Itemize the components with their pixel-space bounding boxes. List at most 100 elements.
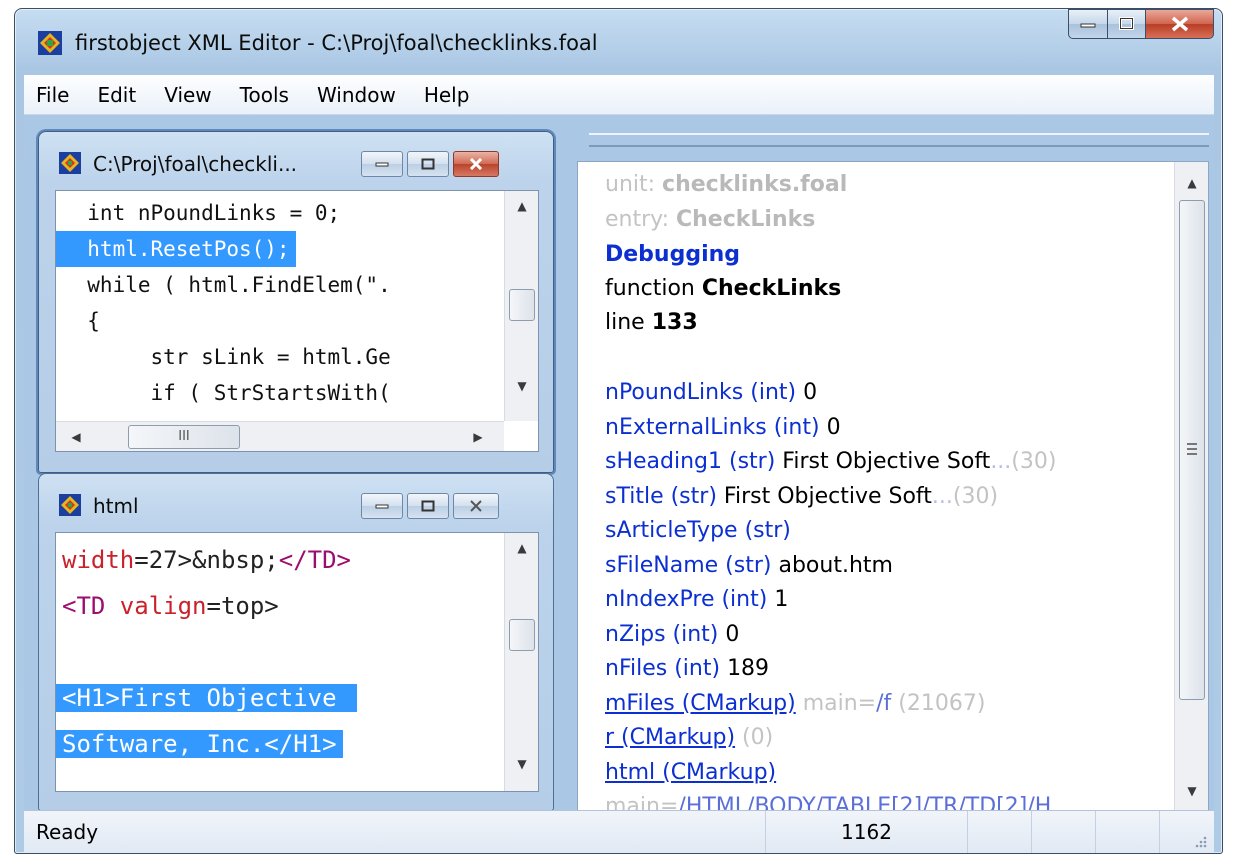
line-line: line 133 <box>605 310 698 335</box>
entry-line: entry: CheckLinks <box>605 207 815 232</box>
child-caption-buttons <box>361 151 499 177</box>
html-window: html width=27>&nbsp;</TD> <TD valign=top>… <box>38 473 554 811</box>
thumb-grip-icon <box>1187 443 1197 455</box>
code-line: <TD valign=top> <box>62 583 357 629</box>
debug-state: Debugging <box>605 242 741 267</box>
child-caption-buttons <box>361 493 499 519</box>
close-button[interactable] <box>1146 9 1214 39</box>
close-icon <box>470 500 482 512</box>
menu-window[interactable]: Window <box>317 83 396 107</box>
html-tag: <H1> <box>62 684 120 712</box>
code-line: { <box>62 309 100 333</box>
html-tag: <TD <box>62 592 120 620</box>
variable-value: 0 <box>826 414 841 440</box>
object-row[interactable]: mFiles (CMarkup) main=/f (21067) <box>605 691 985 716</box>
size-grip[interactable] <box>1160 811 1214 853</box>
scroll-thumb[interactable] <box>509 619 535 651</box>
child-minimize-button[interactable] <box>361 493 403 519</box>
unit-label: unit: <box>605 172 656 197</box>
variable-row[interactable]: sFileName (str) about.htm <box>605 553 893 578</box>
close-icon <box>1171 16 1188 32</box>
child-restore-button[interactable] <box>407 151 449 177</box>
child-close-button[interactable] <box>453 151 499 177</box>
child-minimize-button[interactable] <box>361 151 403 177</box>
variable-row[interactable]: nZips (int) 0 <box>605 622 739 647</box>
scroll-down-arrow-icon[interactable]: ▼ <box>510 379 534 393</box>
scroll-left-arrow-icon[interactable]: ◀ <box>64 430 88 444</box>
scroll-up-arrow-icon[interactable]: ▲ <box>510 199 534 213</box>
variable-value: 0 <box>725 621 740 647</box>
variable-row[interactable]: nExternalLinks (int) 0 <box>605 415 841 440</box>
variable-row[interactable]: nFiles (int) 189 <box>605 656 769 681</box>
code-editor[interactable]: int nPoundLinks = 0; html.ResetPos(); wh… <box>55 190 539 452</box>
unit-value: checklinks.foal <box>662 172 848 197</box>
code-line: str sLink = html.Ge <box>62 345 391 369</box>
restore-icon <box>421 500 435 512</box>
entry-value: CheckLinks <box>675 207 816 232</box>
child-window-title: C:\Proj\foal\checkli... <box>93 152 298 176</box>
scroll-thumb[interactable] <box>1179 200 1205 700</box>
window-title: firstobject XML Editor - C:\Proj\foal\ch… <box>75 31 598 55</box>
code-lines: width=27>&nbsp;</TD> <TD valign=top> <H1>F… <box>56 537 357 791</box>
app-icon <box>38 31 62 55</box>
child-close-button[interactable] <box>453 493 499 519</box>
vertical-scrollbar[interactable]: ▲ ▼ <box>504 191 538 421</box>
variable-row[interactable]: sTitle (str) First Objective Soft...(30) <box>605 484 998 509</box>
object-link[interactable]: mFiles (CMarkup) <box>605 691 796 716</box>
scroll-right-arrow-icon[interactable]: ▶ <box>466 430 490 444</box>
title-bar[interactable]: firstobject XML Editor - C:\Proj\foal\ch… <box>15 9 1222 73</box>
object-link[interactable]: r (CMarkup) <box>605 725 735 750</box>
vertical-scrollbar[interactable]: ▲ ▼ <box>1174 162 1208 812</box>
mdi-client: C:\Proj\foal\checkli... int nPoundLinks … <box>24 115 1214 813</box>
menu-file[interactable]: File <box>36 83 69 107</box>
variable-row[interactable]: nIndexPre (int) 1 <box>605 587 788 612</box>
menu-tools[interactable]: Tools <box>240 83 289 107</box>
variable-value: 189 <box>727 656 770 681</box>
debug-info: unit: checklinks.foal entry: CheckLinks … <box>577 161 1209 813</box>
status-position: 1162 <box>766 811 968 853</box>
html-source-editor[interactable]: width=27>&nbsp;</TD> <TD valign=top> <H1>F… <box>55 532 539 792</box>
main-label: main= <box>802 690 877 716</box>
variable-name: sHeading1 (str) <box>605 449 776 474</box>
horizontal-scrollbar[interactable]: ◀ III ▶ <box>56 421 504 451</box>
scroll-thumb[interactable]: III <box>128 425 240 449</box>
scroll-down-arrow-icon[interactable]: ▼ <box>510 757 534 771</box>
html-tag: </TD> <box>278 546 351 574</box>
caption-buttons <box>1068 9 1214 39</box>
html-text: =27>&nbsp; <box>134 546 279 574</box>
vertical-scrollbar[interactable]: ▲ ▼ <box>504 533 538 791</box>
object-row[interactable]: r (CMarkup) (0) <box>605 725 773 750</box>
panel-splitter[interactable] <box>589 133 1209 147</box>
code-line-selected: <H1>First Objective <box>56 675 357 721</box>
html-tag: </H1> <box>264 730 337 758</box>
object-count: (0) <box>742 725 774 750</box>
scroll-thumb[interactable] <box>509 289 535 321</box>
status-text: Ready <box>24 811 766 853</box>
variable-name: nExternalLinks (int) <box>605 414 820 440</box>
menu-view[interactable]: View <box>164 83 211 107</box>
html-file-icon <box>59 494 81 516</box>
child-restore-button[interactable] <box>407 493 449 519</box>
minimize-button[interactable] <box>1068 9 1108 39</box>
restore-icon <box>421 158 435 170</box>
maximize-button[interactable] <box>1108 9 1146 39</box>
scroll-down-arrow-icon[interactable]: ▼ <box>1180 784 1204 798</box>
scroll-up-arrow-icon[interactable]: ▲ <box>510 541 534 555</box>
variable-row[interactable]: sHeading1 (str) First Objective Soft...(… <box>605 449 1056 474</box>
menu-help[interactable]: Help <box>424 83 470 107</box>
scroll-up-arrow-icon[interactable]: ▲ <box>1180 176 1204 190</box>
variable-value: First Objective Soft <box>782 449 991 474</box>
function-label: function <box>605 276 695 301</box>
variable-row[interactable]: nPoundLinks (int) 0 <box>605 380 817 405</box>
entry-label: entry: <box>605 207 669 232</box>
html-text: Software, Inc. <box>62 730 265 758</box>
variable-value: about.htm <box>778 552 893 578</box>
variable-name: nFiles (int) <box>605 656 721 681</box>
code-line-selected: Software, Inc.</H1> <box>56 721 357 767</box>
object-row[interactable]: html (CMarkup) <box>605 760 776 785</box>
menu-edit[interactable]: Edit <box>97 83 136 107</box>
object-link[interactable]: html (CMarkup) <box>605 760 776 785</box>
variable-row[interactable]: sArticleType (str) <box>605 518 791 543</box>
